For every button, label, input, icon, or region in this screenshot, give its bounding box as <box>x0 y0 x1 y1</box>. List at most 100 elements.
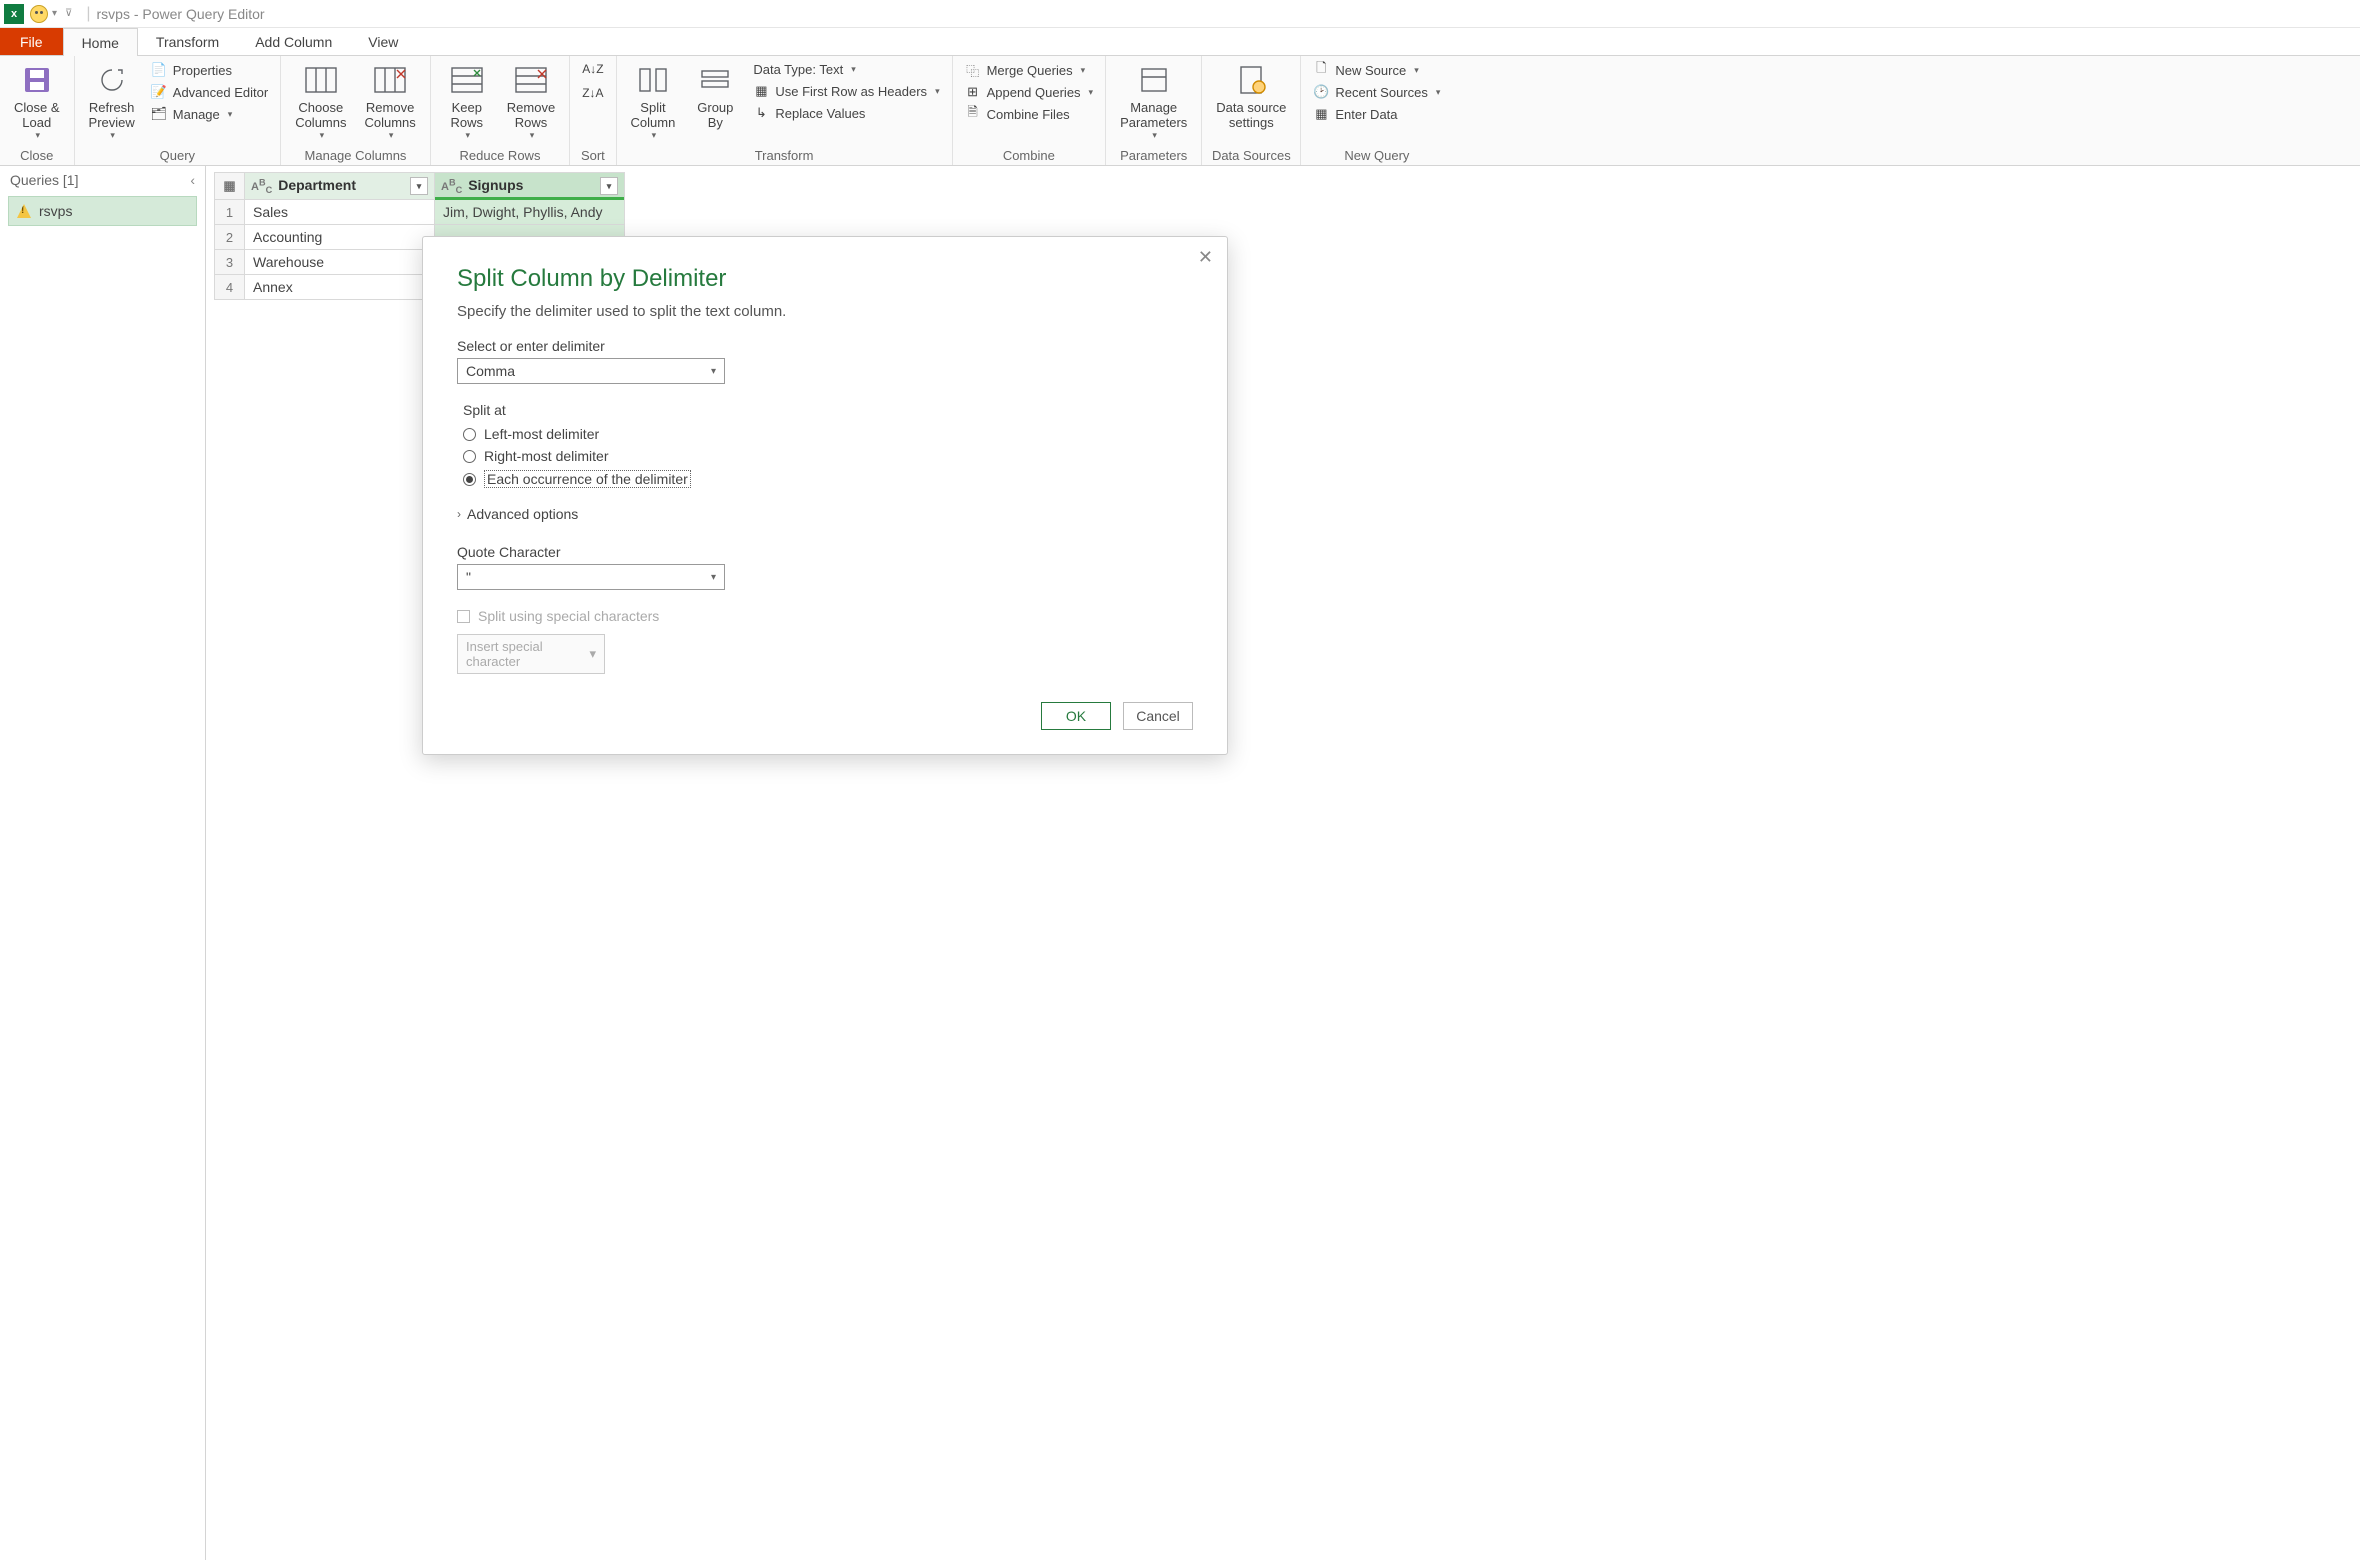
properties-icon: 📄 <box>151 62 167 78</box>
choose-columns-icon <box>303 62 339 98</box>
manage-button[interactable]: 🗂Manage▾ <box>147 104 272 124</box>
append-queries-button[interactable]: ⊞Append Queries▾ <box>961 82 1097 102</box>
excel-icon: x <box>4 4 24 24</box>
radio-left-most[interactable]: Left-most delimiter <box>463 426 1193 442</box>
first-row-headers-button[interactable]: ▦Use First Row as Headers▾ <box>749 81 943 101</box>
queries-pane: Queries [1] ‹ rsvps <box>0 166 206 1560</box>
group-by-button[interactable]: Group By <box>687 60 743 132</box>
tab-transform[interactable]: Transform <box>138 28 237 55</box>
recent-label: Recent Sources <box>1335 85 1428 100</box>
chevron-down-icon: ▾ <box>228 109 233 120</box>
special-chars-checkbox[interactable]: Split using special characters <box>457 608 1193 624</box>
group-parameters: Manage Parameters▾ Parameters <box>1106 56 1202 165</box>
headers-icon: ▦ <box>753 83 769 99</box>
ribbon: Close & Load ▾ Close Refresh Preview ▾ 📄… <box>0 56 2360 166</box>
combine-files-label: Combine Files <box>987 107 1070 122</box>
group-combine: ⿻Merge Queries▾ ⊞Append Queries▾ 🗎Combin… <box>953 56 1106 165</box>
group-query: Refresh Preview ▾ 📄Properties 📝Advanced … <box>75 56 282 165</box>
advanced-options-expander[interactable]: › Advanced options <box>457 506 1193 522</box>
remove-columns-button[interactable]: Remove Columns▾ <box>358 60 421 143</box>
qat-overflow[interactable]: ⊽ <box>65 8 72 19</box>
replace-values-button[interactable]: ↳Replace Values <box>749 103 943 123</box>
data-type-button[interactable]: Data Type: Text▾ <box>749 60 943 79</box>
collapse-pane-icon[interactable]: ‹ <box>190 172 195 188</box>
cancel-button[interactable]: Cancel <box>1123 702 1193 730</box>
new-source-button[interactable]: 🗋New Source▾ <box>1309 60 1444 80</box>
keep-rows-button[interactable]: Keep Rows▾ <box>439 60 495 143</box>
save-icon <box>19 62 55 98</box>
merge-queries-button[interactable]: ⿻Merge Queries▾ <box>961 60 1097 80</box>
data-source-label: Data source settings <box>1216 100 1286 130</box>
combine-files-button[interactable]: 🗎Combine Files <box>961 104 1097 124</box>
advanced-label: Advanced Editor <box>173 85 268 100</box>
corner-cell[interactable]: ▦ <box>215 173 245 200</box>
group-new-query: 🗋New Source▾ 🕑Recent Sources▾ ▦Enter Dat… <box>1301 56 1452 165</box>
qat-dropdown[interactable]: ▾ <box>52 8 57 19</box>
choose-columns-button[interactable]: Choose Columns▾ <box>289 60 352 143</box>
chevron-down-icon: ▾ <box>935 86 940 97</box>
chevron-down-icon: ▾ <box>589 646 596 662</box>
sort-asc-button[interactable]: A↓Z <box>578 60 607 78</box>
chevron-down-icon: ▾ <box>1081 65 1086 76</box>
refresh-preview-button[interactable]: Refresh Preview ▾ <box>83 60 141 143</box>
column-filter-button[interactable]: ▾ <box>410 177 428 195</box>
tab-view[interactable]: View <box>350 28 416 55</box>
recent-sources-button[interactable]: 🕑Recent Sources▾ <box>1309 82 1444 102</box>
sort-asc-icon: A↓Z <box>582 62 603 76</box>
quote-char-select[interactable]: " ▾ <box>457 564 725 590</box>
radio-label: Left-most delimiter <box>484 426 599 442</box>
ok-button[interactable]: OK <box>1041 702 1111 730</box>
split-at-group: Left-most delimiter Right-most delimiter… <box>463 426 1193 488</box>
cell[interactable]: Jim, Dwight, Phyllis, Andy <box>435 200 625 225</box>
chevron-down-icon: ▾ <box>652 130 657 141</box>
group-label-params: Parameters <box>1114 146 1193 163</box>
column-filter-button[interactable]: ▾ <box>600 177 618 195</box>
radio-each-occurrence[interactable]: Each occurrence of the delimiter <box>463 470 1193 488</box>
chevron-down-icon: ▾ <box>851 64 856 75</box>
quote-char-label: Quote Character <box>457 544 1193 560</box>
remove-cols-label: Remove Columns <box>364 100 415 130</box>
enter-data-button[interactable]: ▦Enter Data <box>1309 104 1444 124</box>
smiley-icon[interactable] <box>30 5 48 23</box>
column-header-signups[interactable]: ABCSignups ▾ <box>435 173 625 200</box>
group-sort: A↓Z Z↓A Sort <box>570 56 616 165</box>
chevron-down-icon: ▾ <box>389 130 394 141</box>
radio-right-most[interactable]: Right-most delimiter <box>463 448 1193 464</box>
group-label-query: Query <box>83 146 273 163</box>
delimiter-select[interactable]: Comma ▾ <box>457 358 725 384</box>
tab-home[interactable]: Home <box>63 28 138 56</box>
advanced-editor-button[interactable]: 📝Advanced Editor <box>147 82 272 102</box>
close-button[interactable]: ✕ <box>1198 247 1213 268</box>
col-name-2: Signups <box>468 177 523 193</box>
tab-add-column[interactable]: Add Column <box>237 28 350 55</box>
enter-data-icon: ▦ <box>1313 106 1329 122</box>
split-column-button[interactable]: Split Column▾ <box>625 60 682 143</box>
chevron-down-icon: ▾ <box>711 366 716 377</box>
cell[interactable]: Accounting <box>245 225 435 250</box>
group-by-label: Group By <box>697 100 733 130</box>
data-source-settings-button[interactable]: Data source settings <box>1210 60 1292 132</box>
cell[interactable]: Sales <box>245 200 435 225</box>
group-label-datasource: Data Sources <box>1210 146 1292 163</box>
table-row[interactable]: 1SalesJim, Dwight, Phyllis, Andy <box>215 200 625 225</box>
remove-rows-button[interactable]: Remove Rows▾ <box>501 60 561 143</box>
keep-rows-label: Keep Rows <box>451 100 484 130</box>
column-header-department[interactable]: ABCDepartment ▾ <box>245 173 435 200</box>
recent-icon: 🕑 <box>1313 84 1329 100</box>
close-load-label: Close & Load <box>14 100 60 130</box>
tab-file[interactable]: File <box>0 28 63 55</box>
sort-desc-icon: Z↓A <box>582 86 603 100</box>
query-item-rsvps[interactable]: rsvps <box>8 196 197 226</box>
group-label-manage-cols: Manage Columns <box>289 146 422 163</box>
merge-label: Merge Queries <box>987 63 1073 78</box>
query-name: rsvps <box>39 203 72 219</box>
remove-rows-icon <box>513 62 549 98</box>
cell[interactable]: Annex <box>245 275 435 300</box>
cell[interactable]: Warehouse <box>245 250 435 275</box>
properties-button[interactable]: 📄Properties <box>147 60 272 80</box>
manage-parameters-button[interactable]: Manage Parameters▾ <box>1114 60 1193 143</box>
append-label: Append Queries <box>987 85 1081 100</box>
close-and-load-button[interactable]: Close & Load ▾ <box>8 60 66 143</box>
sort-desc-button[interactable]: Z↓A <box>578 84 607 102</box>
titlebar: x ▾ ⊽ | rsvps - Power Query Editor <box>0 0 2360 28</box>
